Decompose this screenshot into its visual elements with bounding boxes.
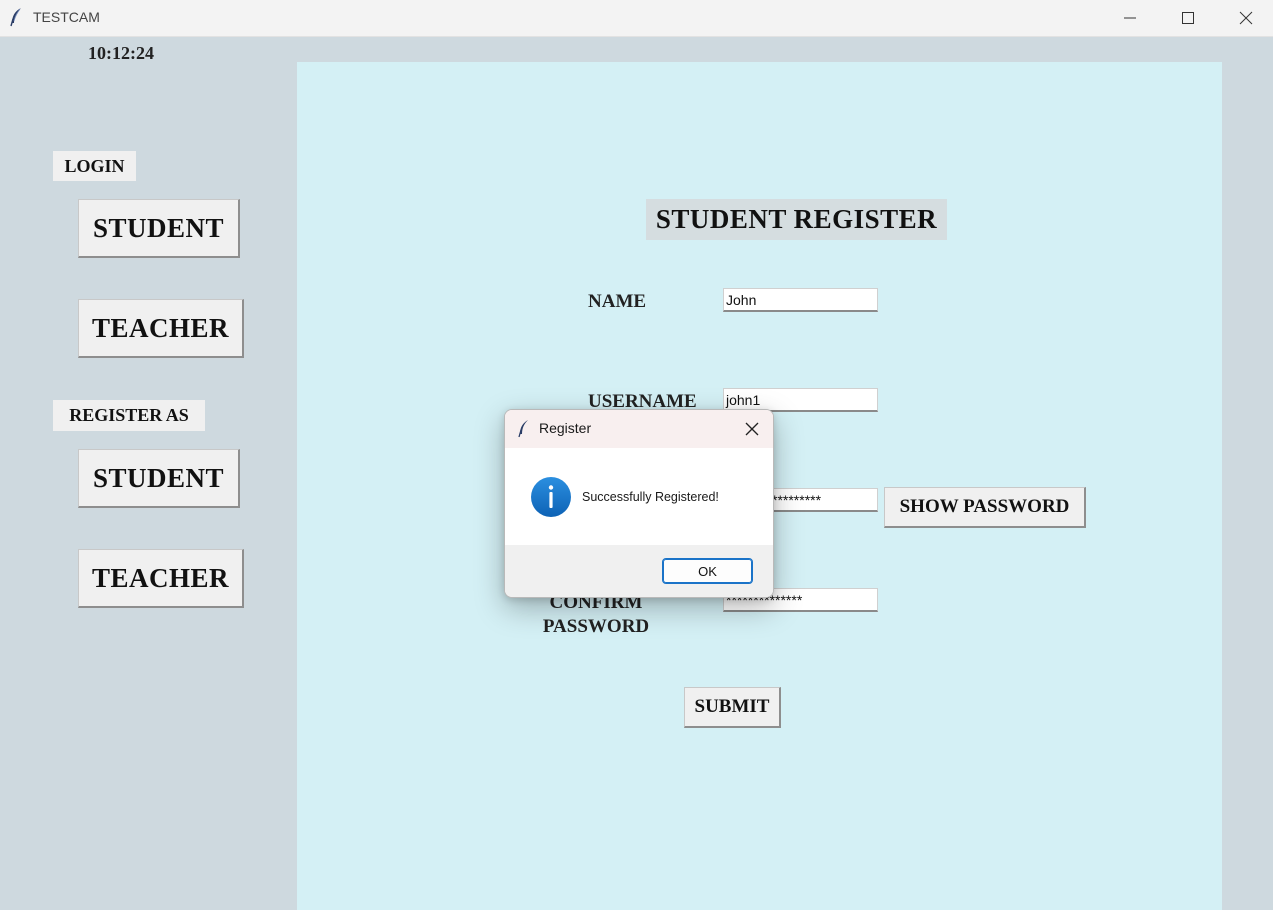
login-student-button[interactable]: STUDENT bbox=[78, 199, 240, 258]
login-section-label: LOGIN bbox=[53, 151, 136, 181]
name-field[interactable]: John bbox=[723, 288, 878, 312]
close-window-button[interactable] bbox=[1217, 0, 1273, 36]
clock: 10:12:24 bbox=[88, 43, 154, 63]
minimize-button[interactable] bbox=[1101, 0, 1159, 36]
feather-icon bbox=[518, 420, 528, 438]
minimize-icon bbox=[1124, 17, 1136, 19]
register-teacher-button[interactable]: TEACHER bbox=[78, 549, 244, 608]
maximize-icon bbox=[1182, 12, 1194, 24]
window-title: TESTCAM bbox=[33, 9, 100, 25]
info-icon bbox=[531, 477, 571, 517]
confirm-label-line2: PASSWORD bbox=[542, 616, 650, 637]
confirm-password-label: CONFIRM PASSWORD bbox=[538, 591, 654, 639]
submit-button[interactable]: SUBMIT bbox=[684, 687, 781, 728]
show-password-button[interactable]: SHOW PASSWORD bbox=[884, 487, 1086, 528]
login-teacher-button[interactable]: TEACHER bbox=[78, 299, 244, 358]
dialog-close-button[interactable] bbox=[737, 414, 767, 444]
register-student-button[interactable]: STUDENT bbox=[78, 449, 240, 508]
feather-icon bbox=[10, 8, 21, 27]
dialog-title-bar: Register bbox=[505, 410, 773, 448]
close-icon bbox=[745, 422, 759, 436]
ok-button[interactable]: OK bbox=[662, 558, 753, 584]
close-icon bbox=[1239, 11, 1253, 25]
dialog-title: Register bbox=[539, 420, 592, 436]
dialog-message: Successfully Registered! bbox=[582, 490, 719, 504]
maximize-button[interactable] bbox=[1159, 0, 1217, 36]
name-label: NAME bbox=[588, 291, 647, 312]
register-section-label: REGISTER AS bbox=[53, 400, 205, 431]
page-title: STUDENT REGISTER bbox=[646, 199, 947, 240]
dialog-footer: OK bbox=[505, 545, 773, 597]
message-dialog: Register Successfully Registered! OK bbox=[504, 409, 774, 598]
title-bar: TESTCAM bbox=[0, 0, 1273, 37]
